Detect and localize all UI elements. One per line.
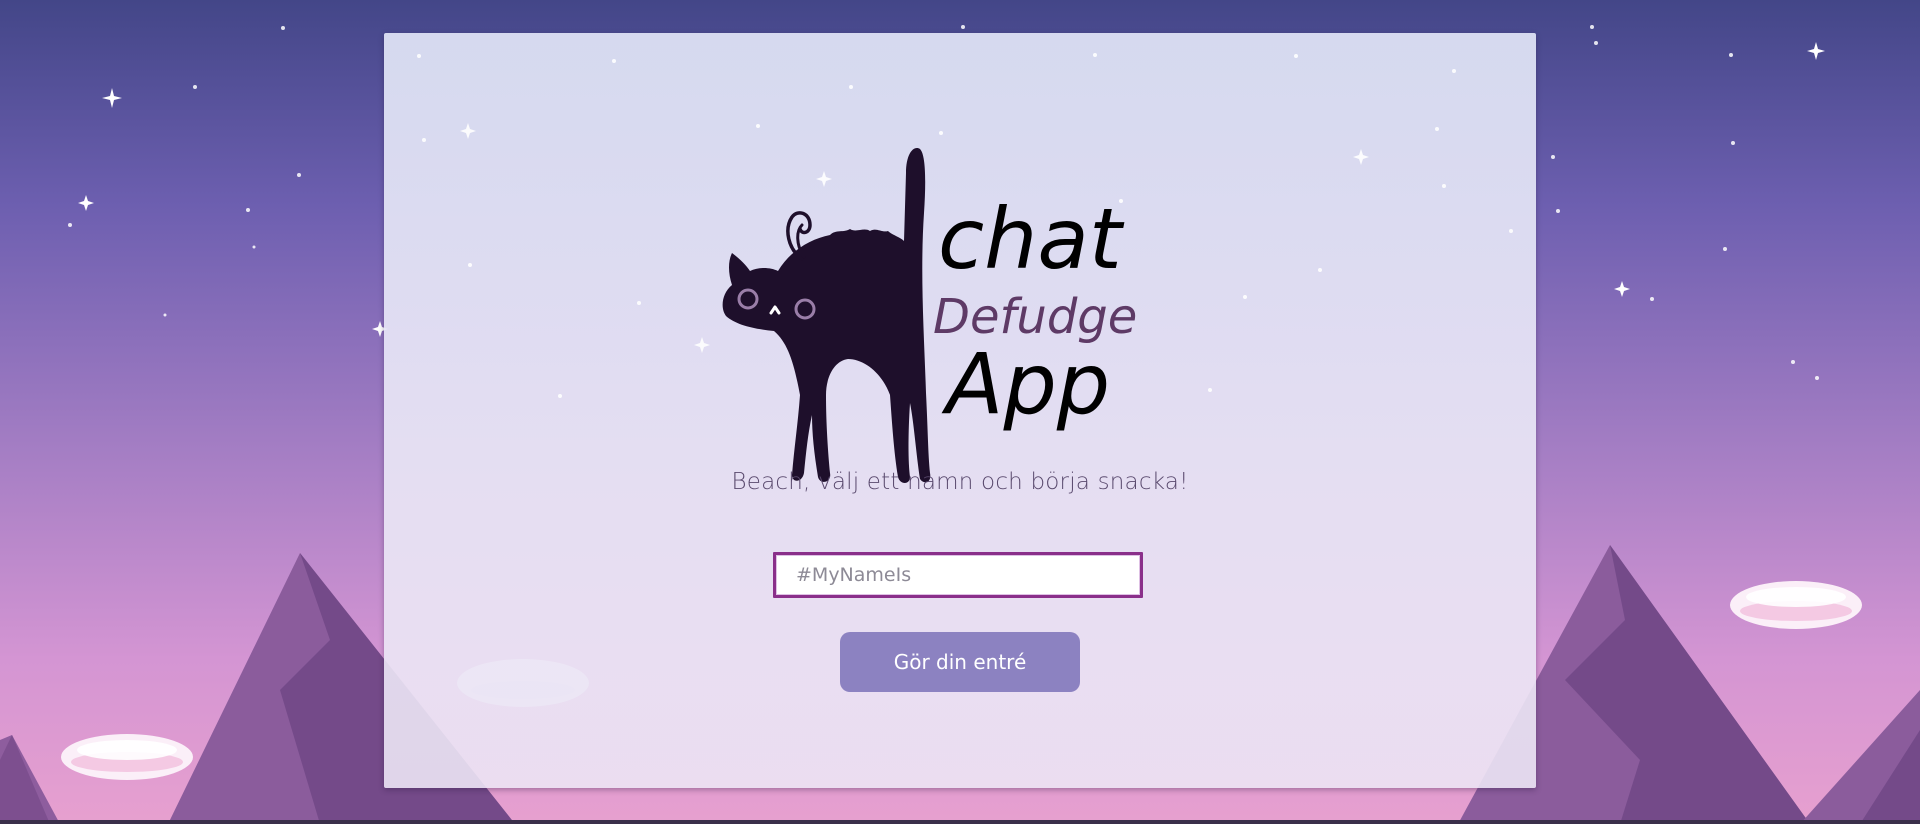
bottom-edge (0, 820, 1920, 824)
login-panel: chat Defudge App Beach, välj ett namn oc… (384, 33, 1536, 788)
cloud-icon (1730, 581, 1862, 629)
logo-chat-text: chat (938, 190, 1125, 288)
cat-logo-icon (722, 148, 931, 483)
name-input[interactable] (773, 552, 1143, 598)
chat-defudge-app-logo: chat Defudge App (722, 148, 1137, 483)
logo-app-text: App (941, 335, 1110, 433)
tagline: Beach, välj ett namn och börja snacka! (731, 469, 1189, 495)
enter-chat-button[interactable]: Gör din entré (840, 632, 1080, 692)
cloud-icon (61, 734, 193, 780)
